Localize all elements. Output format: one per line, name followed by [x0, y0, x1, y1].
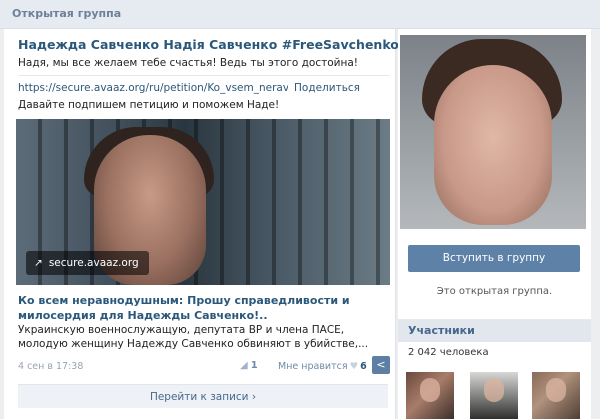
avatar-face: [434, 65, 552, 225]
member-face: [484, 378, 504, 402]
like-count: 6: [360, 361, 367, 372]
member-avatar[interactable]: [532, 372, 580, 419]
member-avatar[interactable]: [406, 372, 454, 419]
post-link-image[interactable]: ↗ secure.avaaz.org: [16, 119, 390, 285]
image-source-text: secure.avaaz.org: [48, 257, 139, 269]
share-link[interactable]: Поделиться: [294, 82, 360, 94]
like-label: Мне нравится: [278, 361, 348, 372]
image-source-badge[interactable]: ↗ secure.avaaz.org: [26, 251, 149, 275]
sidebar: Вступить в группу Это открытая группа. У…: [398, 29, 598, 419]
chevron-right-icon: ›: [251, 391, 257, 403]
members-title: Участники: [408, 324, 475, 337]
megaphone-icon: ◢: [240, 360, 248, 371]
group-avatar[interactable]: [400, 35, 586, 229]
member-face: [420, 378, 440, 402]
member-avatar[interactable]: [470, 372, 518, 419]
post-link-url[interactable]: https://secure.avaaz.org/ru/petition/Ko_…: [18, 82, 288, 94]
open-group-text: Это открытая группа.: [436, 286, 553, 297]
goto-post-button[interactable]: Перейти к записи ›: [18, 384, 388, 408]
group-type-label: Открытая группа: [12, 7, 122, 20]
members-block: Участники 2 042 человека: [398, 319, 591, 419]
members-header[interactable]: Участники: [398, 320, 591, 342]
heart-icon: ♥: [349, 361, 359, 372]
member-face: [546, 378, 566, 402]
members-count: 2 042 человека: [408, 347, 489, 358]
group-main-panel: Надежда Савченко Надія Савченко #FreeSav…: [4, 29, 399, 419]
divider: [18, 75, 390, 76]
goto-post-label: Перейти к записи: [149, 391, 249, 403]
repost-button[interactable]: ◢ 1: [240, 360, 258, 371]
share-icon[interactable]: <: [372, 356, 390, 374]
avatar-box: Вступить в группу Это открытая группа.: [398, 29, 591, 319]
like-button[interactable]: Мне нравится ♥ 6: [278, 361, 367, 372]
link-title[interactable]: Ко всем неравнодушным: Прошу справедливо…: [18, 293, 386, 323]
join-group-button[interactable]: Вступить в группу: [408, 245, 580, 272]
post-date[interactable]: 4 сен в 17:38: [18, 361, 83, 372]
post-text: Давайте подпишем петицию и поможем Наде!: [18, 99, 280, 111]
group-status: Надя, мы все желаем тебе счастья! Ведь т…: [18, 57, 358, 69]
arrow-icon: ↗: [34, 257, 43, 269]
link-snippet: Украинскую военнослужащую, депутата ВР и…: [18, 324, 369, 350]
group-name: Надежда Савченко Надія Савченко #FreeSav…: [18, 37, 399, 52]
top-bar: Открытая группа: [0, 0, 600, 29]
repost-count: 1: [250, 360, 258, 371]
